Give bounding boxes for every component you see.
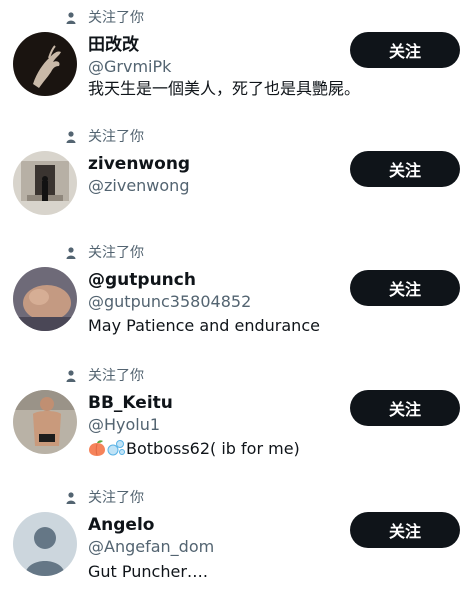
default-avatar[interactable] [13, 512, 77, 576]
user-list-item[interactable]: 关注了你 BB_Keitu @Hyolu1 Botboss62( ib for … [0, 366, 474, 476]
display-name[interactable]: 田改改 [88, 34, 139, 56]
avatar[interactable] [13, 32, 77, 96]
user-bio: Botboss62( ib for me) [88, 438, 300, 463]
follow-button[interactable]: 关注 [350, 270, 460, 306]
followed-you-indicator: 关注了你 [66, 8, 144, 28]
user-handle: @gutpunc35804852 [88, 292, 252, 311]
followed-you-label: 关注了你 [88, 368, 144, 384]
user-bio: 我天生是一個美人，死了也是具艷屍。 [88, 79, 361, 98]
followed-you-indicator: 关注了你 [66, 127, 144, 147]
user-list-item[interactable]: 关注了你 田改改 @GrvmiPk 我天生是一個美人，死了也是具艷屍。 关注 [0, 8, 474, 118]
display-name[interactable]: Angelo [88, 514, 154, 536]
user-list-item[interactable]: 关注了你 Angelo @Angefan_dom Gut Puncher…. 关… [0, 488, 474, 591]
user-list-item[interactable]: 关注了你 zivenwong @zivenwong 关注 [0, 127, 474, 227]
bubbles-emoji [106, 439, 126, 463]
avatar[interactable] [13, 151, 77, 215]
person-icon [66, 12, 76, 24]
display-name[interactable]: BB_Keitu [88, 392, 173, 414]
person-icon [66, 131, 76, 143]
followed-you-label: 关注了你 [88, 245, 144, 261]
peach-emoji [88, 439, 106, 463]
followed-you-label: 关注了你 [88, 10, 144, 26]
user-handle: @zivenwong [88, 176, 190, 195]
follow-button[interactable]: 关注 [350, 390, 460, 426]
display-name[interactable]: @gutpunch [88, 269, 196, 291]
display-name[interactable]: zivenwong [88, 153, 190, 175]
person-icon [66, 247, 76, 259]
followed-you-indicator: 关注了你 [66, 488, 144, 508]
avatar[interactable] [13, 390, 77, 454]
followed-you-indicator: 关注了你 [66, 243, 144, 263]
followed-you-label: 关注了你 [88, 490, 144, 506]
followed-you-indicator: 关注了你 [66, 366, 144, 386]
user-handle: @Hyolu1 [88, 415, 161, 434]
followed-you-label: 关注了你 [88, 129, 144, 145]
person-icon [66, 492, 76, 504]
follow-button[interactable]: 关注 [350, 512, 460, 548]
user-handle: @GrvmiPk [88, 57, 172, 76]
follow-button[interactable]: 关注 [350, 32, 460, 68]
follow-button[interactable]: 关注 [350, 151, 460, 187]
avatar[interactable] [13, 267, 77, 331]
user-bio-text: Botboss62( ib for me) [126, 439, 300, 458]
user-bio: Gut Puncher…. [88, 562, 208, 581]
person-icon [66, 370, 76, 382]
user-handle: @Angefan_dom [88, 537, 215, 556]
user-list-item[interactable]: 关注了你 @gutpunch @gutpunc35804852 May Pati… [0, 243, 474, 353]
user-bio: May Patience and endurance [88, 316, 320, 335]
